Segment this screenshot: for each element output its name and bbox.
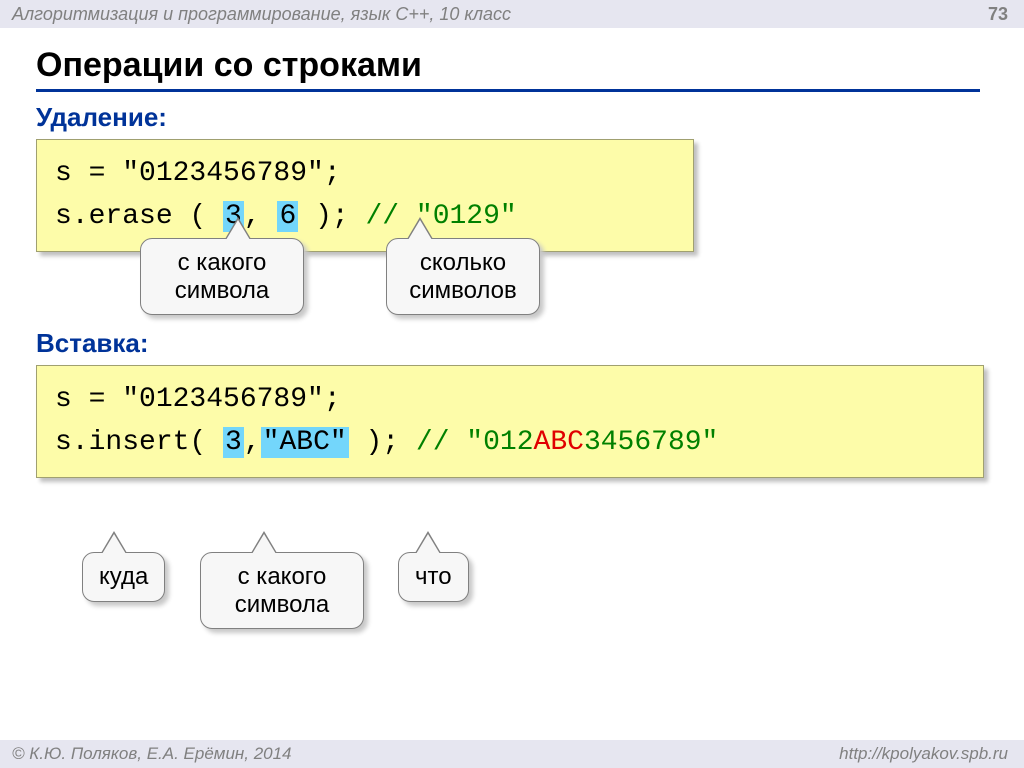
code-line: s = "0123456789"; (55, 152, 675, 195)
code-text: s.erase ( (55, 201, 223, 232)
callout-text: с какого символа (175, 249, 270, 304)
section-insert-heading: Вставка: (36, 328, 992, 359)
code-text: // "012 (416, 427, 534, 458)
page-number: 73 (988, 4, 1008, 28)
callout-text: с какого символа (235, 563, 330, 618)
footer-url: http://kpolyakov.spb.ru (839, 744, 1008, 768)
code-text: s = "0123456789"; (55, 158, 341, 189)
code-line: s.insert( 3,"ABC" ); // "012ABC3456789" (55, 421, 965, 464)
highlight-arg-pos: 3 (223, 427, 244, 458)
copyright: © К.Ю. Поляков, Е.А. Ерёмин, 2014 (12, 744, 292, 768)
callout-where: куда (82, 552, 165, 602)
callout-text: сколько символов (409, 249, 517, 304)
footer-bar: © К.Ю. Поляков, Е.А. Ерёмин, 2014 http:/… (0, 740, 1024, 768)
code-comment: // "012ABC3456789" (416, 427, 718, 458)
code-text: , (244, 427, 261, 458)
code-line: s = "0123456789"; (55, 378, 965, 421)
code-text: 3456789" (584, 427, 718, 458)
callout-text: что (415, 563, 452, 590)
code-inserted-text: ABC (534, 427, 584, 458)
callout-text: куда (99, 563, 148, 590)
code-block-insert: s = "0123456789"; s.insert( 3,"ABC" ); /… (36, 365, 984, 478)
callout-from-which-char-2: с какого символа (200, 552, 364, 629)
page-title: Операции со строками (36, 46, 992, 85)
section-delete-heading: Удаление: (36, 102, 992, 133)
code-comment: // "0129" (365, 201, 516, 232)
callout-what: что (398, 552, 469, 602)
callout-from-which-char: с какого символа (140, 238, 304, 315)
code-text: s = "0123456789"; (55, 384, 341, 415)
code-text: s.insert( (55, 427, 223, 458)
code-block-erase: s = "0123456789"; s.erase ( 3, 6 ); // "… (36, 139, 694, 252)
code-text: ); (298, 201, 365, 232)
code-line: s.erase ( 3, 6 ); // "0129" (55, 195, 675, 238)
title-underline (36, 89, 980, 92)
highlight-arg-str: "ABC" (261, 427, 349, 458)
callout-how-many-chars: сколько символов (386, 238, 540, 315)
course-title: Алгоритмизация и программирование, язык … (12, 4, 511, 28)
highlight-arg-count: 6 (277, 201, 298, 232)
code-text: ); (349, 427, 416, 458)
header-bar: Алгоритмизация и программирование, язык … (0, 0, 1024, 28)
